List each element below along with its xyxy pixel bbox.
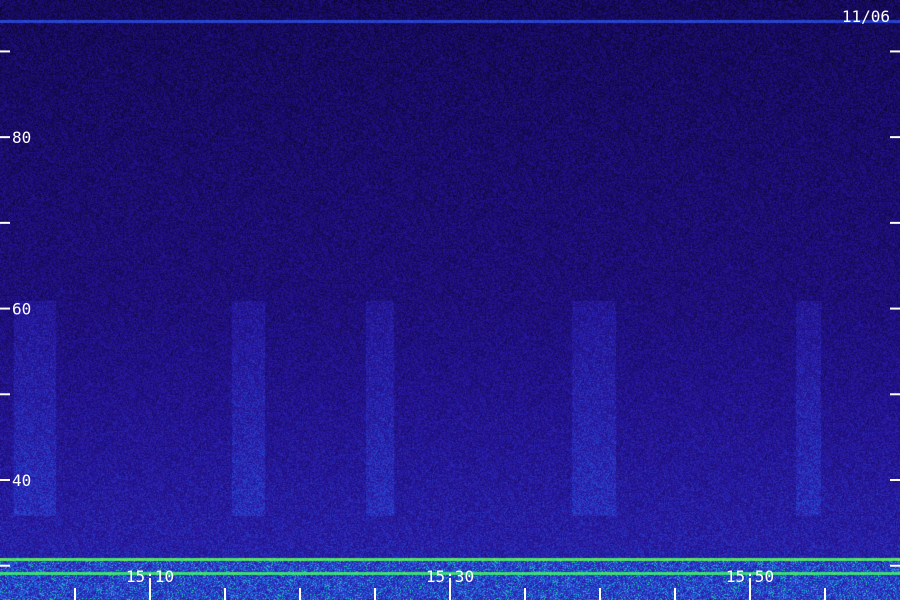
date-label: 11/06 [842, 7, 890, 26]
x-tick-label: 15:30 [426, 567, 474, 586]
x-axis: 15:10 15:30 15:50 [74, 567, 826, 600]
y-tick-label: 40 [12, 471, 31, 490]
x-tick-label: 15:10 [126, 567, 174, 586]
x-tick-label: 15:50 [726, 567, 774, 586]
y-axis: 40 60 80 [0, 50, 900, 567]
axis-overlay: 11/06 40 60 80 15:10 15:30 15:50 [0, 7, 900, 600]
y-tick-label: 80 [12, 128, 31, 147]
y-tick-label: 60 [12, 300, 31, 319]
